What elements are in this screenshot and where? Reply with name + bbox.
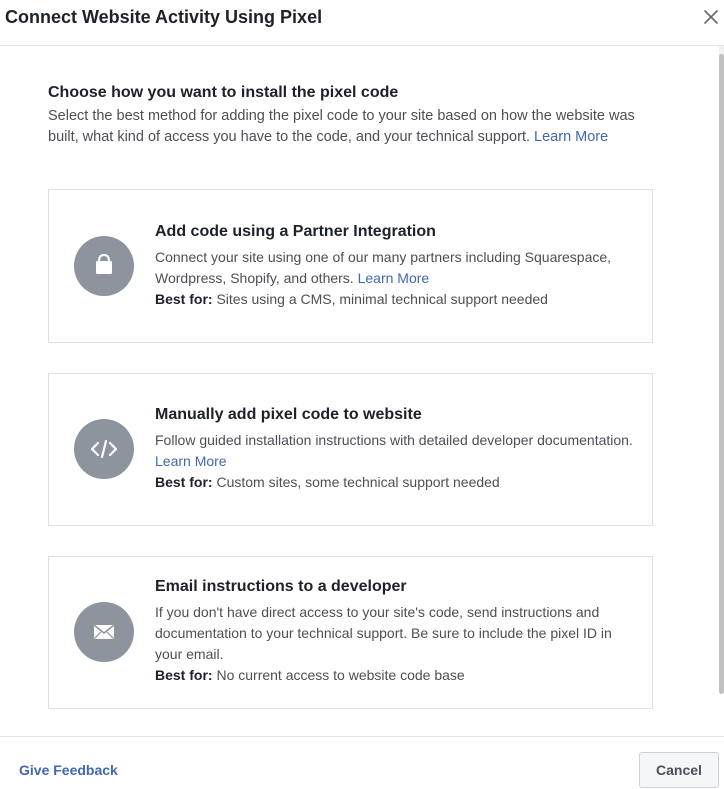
scrollbar-thumb[interactable] bbox=[719, 54, 724, 694]
option-description: Follow guided installation instructions … bbox=[155, 430, 635, 472]
shopping-bag-icon bbox=[74, 236, 134, 296]
give-feedback-link[interactable]: Give Feedback bbox=[19, 762, 118, 778]
dialog-scrollbar[interactable] bbox=[719, 46, 724, 694]
close-icon[interactable] bbox=[700, 6, 722, 28]
best-for-text: Sites using a CMS, minimal technical sup… bbox=[216, 291, 548, 307]
intro-description: Select the best method for adding the pi… bbox=[48, 106, 648, 148]
option-partner-integration[interactable]: Add code using a Partner Integration Con… bbox=[48, 189, 653, 343]
best-for-label: Best for: bbox=[155, 291, 213, 307]
option-learn-more-link[interactable]: Learn More bbox=[358, 270, 430, 286]
dialog-header: Connect Website Activity Using Pixel bbox=[0, 0, 724, 46]
envelope-icon bbox=[74, 602, 134, 662]
option-description: If you don't have direct access to your … bbox=[155, 604, 612, 662]
option-title: Manually add pixel code to website bbox=[155, 406, 422, 423]
cancel-button[interactable]: Cancel bbox=[639, 752, 719, 788]
option-best-for: Best for: Custom sites, some technical s… bbox=[155, 472, 500, 493]
option-best-for: Best for: No current access to website c… bbox=[155, 665, 465, 686]
dialog-body: Choose how you want to install the pixel… bbox=[0, 47, 718, 736]
best-for-label: Best for: bbox=[155, 474, 213, 490]
best-for-label: Best for: bbox=[155, 667, 213, 683]
best-for-text: Custom sites, some technical support nee… bbox=[216, 474, 500, 490]
option-learn-more-link[interactable]: Learn More bbox=[155, 453, 227, 469]
option-description-text: Follow guided installation instructions … bbox=[155, 432, 633, 448]
dialog-title: Connect Website Activity Using Pixel bbox=[5, 7, 323, 27]
option-description: Connect your site using one of our many … bbox=[155, 247, 635, 289]
code-icon bbox=[74, 419, 134, 479]
option-title: Add code using a Partner Integration bbox=[155, 223, 436, 240]
option-manual-install[interactable]: Manually add pixel code to website Follo… bbox=[48, 373, 653, 526]
option-title: Email instructions to a developer bbox=[155, 578, 407, 595]
pixel-install-dialog: Connect Website Activity Using Pixel Cho… bbox=[0, 0, 724, 789]
dialog-footer: Give Feedback Cancel bbox=[0, 736, 724, 789]
intro-learn-more-link[interactable]: Learn More bbox=[534, 129, 608, 145]
best-for-text: No current access to website code base bbox=[216, 667, 465, 683]
intro-heading: Choose how you want to install the pixel… bbox=[48, 84, 399, 101]
option-email-developer[interactable]: Email instructions to a developer If you… bbox=[48, 556, 653, 709]
option-best-for: Best for: Sites using a CMS, minimal tec… bbox=[155, 289, 548, 310]
